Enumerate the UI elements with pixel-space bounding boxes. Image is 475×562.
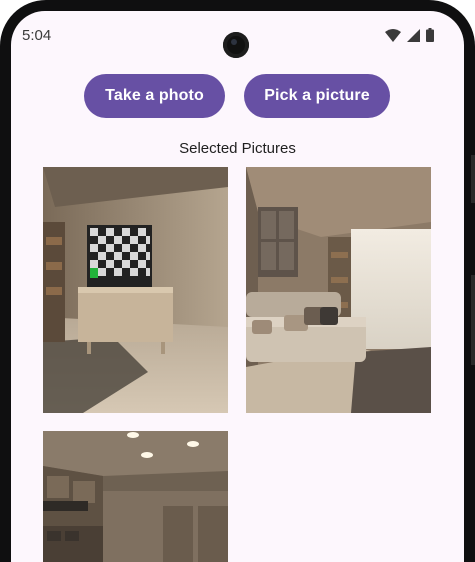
status-bar: 5:04 <box>11 11 464 59</box>
action-buttons: Take a photo Pick a picture <box>84 74 390 118</box>
sofa-room-image <box>246 167 431 413</box>
status-icons <box>385 28 434 42</box>
wifi-icon <box>385 28 401 42</box>
power-button <box>471 275 475 365</box>
take-photo-button[interactable]: Take a photo <box>84 74 225 118</box>
selected-picture-1[interactable] <box>43 167 228 413</box>
volume-button <box>471 155 475 203</box>
status-time: 5:04 <box>22 27 52 44</box>
front-camera <box>223 32 249 58</box>
selected-picture-2[interactable] <box>246 167 431 413</box>
kitchen-image <box>43 431 228 562</box>
cellular-signal-icon <box>407 28 420 42</box>
app-screen: 5:04 Take a photo Pick a picture Selecte… <box>11 11 464 562</box>
phone-frame: 5:04 Take a photo Pick a picture Selecte… <box>0 0 475 562</box>
battery-icon <box>426 28 434 42</box>
tv-room-image <box>43 167 228 413</box>
gallery-title: Selected Pictures <box>179 140 296 157</box>
selected-picture-3[interactable] <box>43 431 228 562</box>
pick-picture-button[interactable]: Pick a picture <box>244 74 390 118</box>
